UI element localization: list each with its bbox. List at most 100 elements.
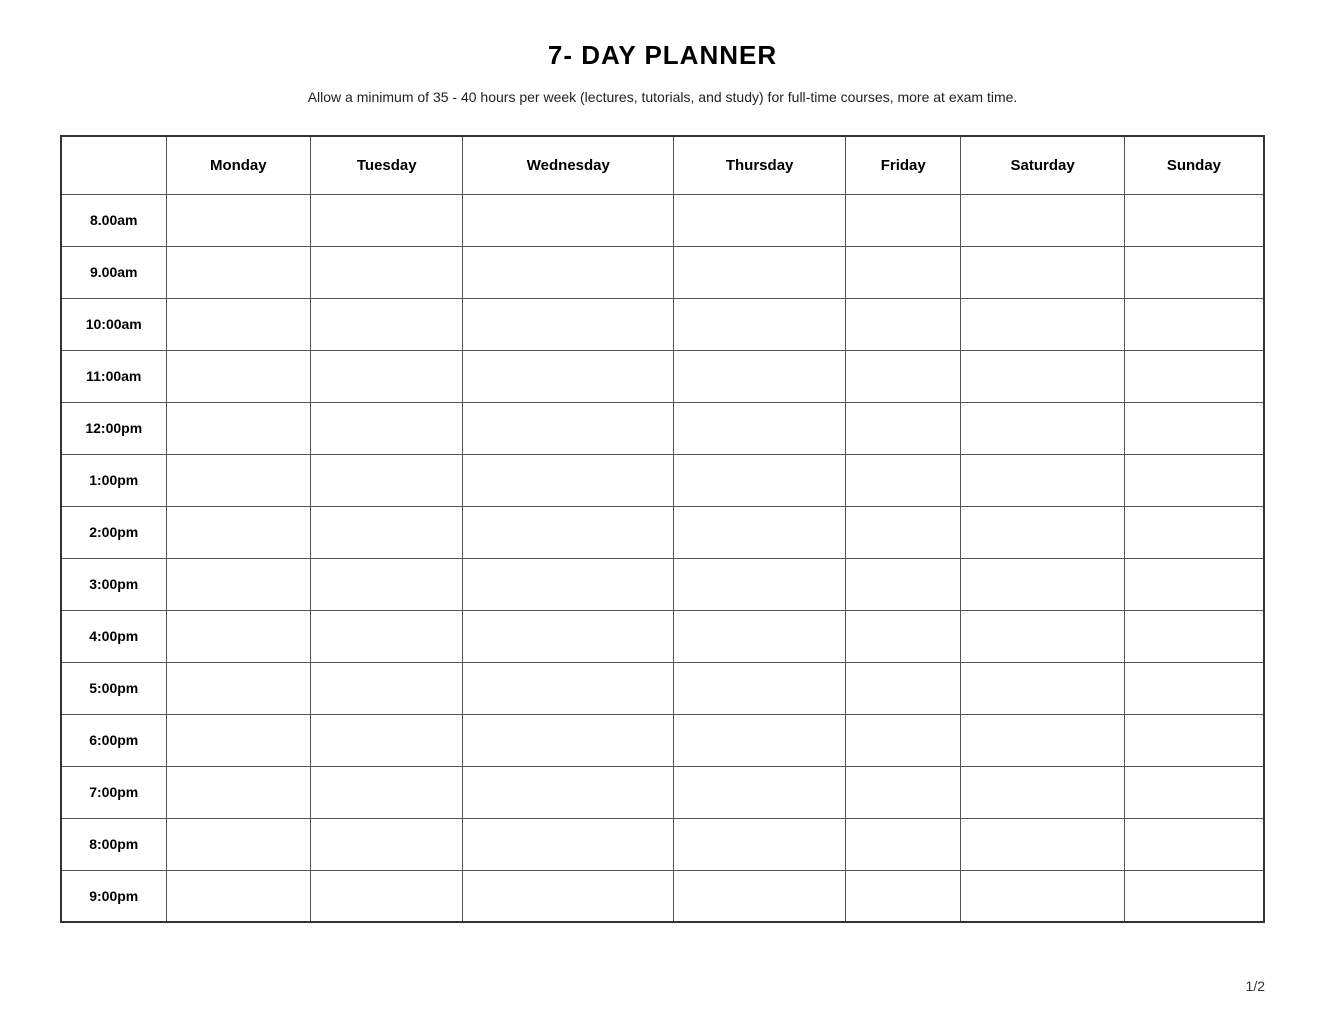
cell-5-6[interactable] bbox=[1124, 454, 1264, 506]
cell-3-6[interactable] bbox=[1124, 350, 1264, 402]
cell-7-0[interactable] bbox=[166, 558, 311, 610]
cell-8-6[interactable] bbox=[1124, 610, 1264, 662]
cell-2-5[interactable] bbox=[961, 298, 1124, 350]
cell-8-4[interactable] bbox=[846, 610, 961, 662]
cell-3-1[interactable] bbox=[311, 350, 463, 402]
cell-8-1[interactable] bbox=[311, 610, 463, 662]
cell-0-0[interactable] bbox=[166, 194, 311, 246]
cell-5-1[interactable] bbox=[311, 454, 463, 506]
cell-12-4[interactable] bbox=[846, 818, 961, 870]
cell-6-3[interactable] bbox=[674, 506, 846, 558]
cell-6-4[interactable] bbox=[846, 506, 961, 558]
cell-10-1[interactable] bbox=[311, 714, 463, 766]
cell-13-1[interactable] bbox=[311, 870, 463, 922]
cell-8-0[interactable] bbox=[166, 610, 311, 662]
cell-5-5[interactable] bbox=[961, 454, 1124, 506]
cell-1-1[interactable] bbox=[311, 246, 463, 298]
cell-7-6[interactable] bbox=[1124, 558, 1264, 610]
cell-12-5[interactable] bbox=[961, 818, 1124, 870]
cell-10-5[interactable] bbox=[961, 714, 1124, 766]
cell-0-5[interactable] bbox=[961, 194, 1124, 246]
cell-10-6[interactable] bbox=[1124, 714, 1264, 766]
cell-9-5[interactable] bbox=[961, 662, 1124, 714]
cell-5-0[interactable] bbox=[166, 454, 311, 506]
cell-13-0[interactable] bbox=[166, 870, 311, 922]
cell-1-4[interactable] bbox=[846, 246, 961, 298]
cell-1-2[interactable] bbox=[463, 246, 674, 298]
cell-9-6[interactable] bbox=[1124, 662, 1264, 714]
cell-6-1[interactable] bbox=[311, 506, 463, 558]
cell-2-1[interactable] bbox=[311, 298, 463, 350]
cell-8-5[interactable] bbox=[961, 610, 1124, 662]
cell-13-6[interactable] bbox=[1124, 870, 1264, 922]
cell-13-2[interactable] bbox=[463, 870, 674, 922]
cell-7-5[interactable] bbox=[961, 558, 1124, 610]
cell-7-2[interactable] bbox=[463, 558, 674, 610]
table-row: 3:00pm bbox=[61, 558, 1264, 610]
cell-10-4[interactable] bbox=[846, 714, 961, 766]
cell-1-6[interactable] bbox=[1124, 246, 1264, 298]
cell-11-5[interactable] bbox=[961, 766, 1124, 818]
cell-4-2[interactable] bbox=[463, 402, 674, 454]
cell-12-1[interactable] bbox=[311, 818, 463, 870]
cell-0-6[interactable] bbox=[1124, 194, 1264, 246]
cell-4-1[interactable] bbox=[311, 402, 463, 454]
time-cell-13: 9:00pm bbox=[61, 870, 166, 922]
cell-2-2[interactable] bbox=[463, 298, 674, 350]
cell-9-2[interactable] bbox=[463, 662, 674, 714]
cell-6-0[interactable] bbox=[166, 506, 311, 558]
cell-10-3[interactable] bbox=[674, 714, 846, 766]
cell-3-5[interactable] bbox=[961, 350, 1124, 402]
cell-13-5[interactable] bbox=[961, 870, 1124, 922]
cell-3-3[interactable] bbox=[674, 350, 846, 402]
cell-8-2[interactable] bbox=[463, 610, 674, 662]
cell-0-4[interactable] bbox=[846, 194, 961, 246]
cell-11-6[interactable] bbox=[1124, 766, 1264, 818]
cell-5-4[interactable] bbox=[846, 454, 961, 506]
cell-10-0[interactable] bbox=[166, 714, 311, 766]
cell-9-4[interactable] bbox=[846, 662, 961, 714]
cell-11-0[interactable] bbox=[166, 766, 311, 818]
cell-5-2[interactable] bbox=[463, 454, 674, 506]
cell-1-0[interactable] bbox=[166, 246, 311, 298]
cell-0-2[interactable] bbox=[463, 194, 674, 246]
cell-7-1[interactable] bbox=[311, 558, 463, 610]
cell-12-2[interactable] bbox=[463, 818, 674, 870]
cell-11-4[interactable] bbox=[846, 766, 961, 818]
cell-3-2[interactable] bbox=[463, 350, 674, 402]
cell-3-0[interactable] bbox=[166, 350, 311, 402]
cell-12-0[interactable] bbox=[166, 818, 311, 870]
cell-13-3[interactable] bbox=[674, 870, 846, 922]
cell-6-6[interactable] bbox=[1124, 506, 1264, 558]
cell-5-3[interactable] bbox=[674, 454, 846, 506]
cell-4-6[interactable] bbox=[1124, 402, 1264, 454]
cell-11-3[interactable] bbox=[674, 766, 846, 818]
cell-10-2[interactable] bbox=[463, 714, 674, 766]
cell-11-2[interactable] bbox=[463, 766, 674, 818]
cell-13-4[interactable] bbox=[846, 870, 961, 922]
cell-0-1[interactable] bbox=[311, 194, 463, 246]
cell-12-6[interactable] bbox=[1124, 818, 1264, 870]
cell-8-3[interactable] bbox=[674, 610, 846, 662]
cell-3-4[interactable] bbox=[846, 350, 961, 402]
cell-2-4[interactable] bbox=[846, 298, 961, 350]
cell-9-1[interactable] bbox=[311, 662, 463, 714]
cell-6-2[interactable] bbox=[463, 506, 674, 558]
cell-4-0[interactable] bbox=[166, 402, 311, 454]
cell-4-4[interactable] bbox=[846, 402, 961, 454]
cell-9-0[interactable] bbox=[166, 662, 311, 714]
cell-12-3[interactable] bbox=[674, 818, 846, 870]
cell-1-5[interactable] bbox=[961, 246, 1124, 298]
cell-4-5[interactable] bbox=[961, 402, 1124, 454]
cell-7-3[interactable] bbox=[674, 558, 846, 610]
cell-1-3[interactable] bbox=[674, 246, 846, 298]
cell-2-6[interactable] bbox=[1124, 298, 1264, 350]
cell-0-3[interactable] bbox=[674, 194, 846, 246]
cell-2-0[interactable] bbox=[166, 298, 311, 350]
cell-6-5[interactable] bbox=[961, 506, 1124, 558]
cell-2-3[interactable] bbox=[674, 298, 846, 350]
cell-11-1[interactable] bbox=[311, 766, 463, 818]
cell-9-3[interactable] bbox=[674, 662, 846, 714]
cell-7-4[interactable] bbox=[846, 558, 961, 610]
cell-4-3[interactable] bbox=[674, 402, 846, 454]
